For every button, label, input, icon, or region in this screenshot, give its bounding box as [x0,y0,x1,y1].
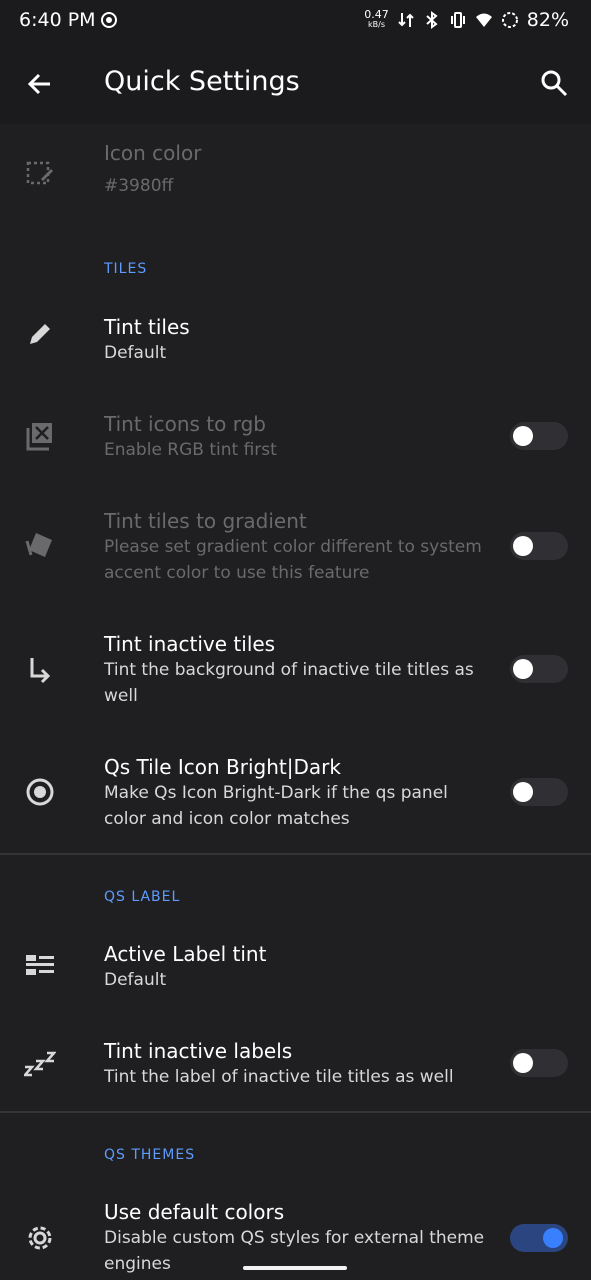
pref-title: Icon color [104,141,202,165]
radio-button-icon [26,778,54,806]
pref-summary: Default [104,970,167,990]
pref-title: Qs Tile Icon Bright|Dark [104,755,341,779]
network-speed: 0.47 kB/s [364,9,389,30]
toggle-tint-inactive-labels[interactable] [510,1049,568,1077]
pref-summary: Default [104,343,167,363]
toggle-knob [513,782,533,802]
notification-icon [101,12,117,28]
section-header-qs-label: QS LABEL [104,889,181,905]
section-header-qs-themes: QS THEMES [104,1147,196,1163]
pref-summary: Tint the background of inactive tile tit… [104,660,474,706]
section-header-tiles: TILES [104,261,148,277]
pref-title: Tint tiles [104,315,190,339]
battery-saver-icon [501,12,518,28]
pref-summary: Enable RGB tint first [104,440,277,460]
section-divider [0,1111,591,1113]
pref-title: Tint icons to rgb [104,412,266,436]
toggle-tint-icons-rgb[interactable] [510,422,568,450]
toggle-knob [513,536,533,556]
pref-summary: #3980ff [104,176,174,196]
data-arrows-icon [398,13,414,27]
app-bar: Quick Settings [0,44,591,124]
pref-title: Tint tiles to gradient [104,509,307,533]
color-picker-icon [26,161,54,185]
section-divider [0,853,591,855]
pref-summary: Tint the label of inactive tile titles a… [104,1067,454,1087]
label-list-icon [26,955,54,975]
toggle-tint-gradient[interactable] [510,532,568,560]
network-speed-unit: kB/s [368,20,385,29]
image-off-icon [26,423,52,451]
pref-title: Tint inactive tiles [104,632,276,656]
status-time: 6:40 PM [19,9,96,31]
sleep-zzz-icon [24,1051,56,1077]
battery-percent: 82% [526,9,569,31]
gesture-nav-handle[interactable] [243,1266,347,1270]
pref-summary: Make Qs Icon Bright-Dark if the qs panel… [104,783,448,829]
pref-tint-tiles[interactable]: Tint tiles Default [0,300,591,380]
pref-title: Active Label tint [104,942,267,966]
toggle-knob [513,1053,533,1073]
pencil-icon [30,324,50,344]
back-arrow-icon[interactable] [24,68,56,100]
pref-icon-color[interactable]: Icon color #3980ff [0,130,591,220]
toggle-knob [513,659,533,679]
pref-tint-inactive-tiles[interactable]: Tint inactive tiles Tint the background … [0,618,591,718]
gear-icon [28,1226,52,1250]
page-title: Quick Settings [104,66,300,97]
pref-tint-gradient[interactable]: Tint tiles to gradient Please set gradie… [0,495,591,595]
toggle-knob [513,426,533,446]
pref-tint-icons-rgb[interactable]: Tint icons to rgb Enable RGB tint first [0,398,591,478]
pref-title: Tint inactive labels [104,1039,293,1063]
toggle-use-default-colors[interactable] [510,1224,568,1252]
pref-active-label-tint[interactable]: Active Label tint Default [0,928,591,1008]
subdirectory-arrow-icon [30,658,51,684]
pref-title: Use default colors [104,1200,285,1224]
pref-summary: Please set gradient color different to s… [104,537,482,583]
pref-tint-inactive-labels[interactable]: Tint inactive labels Tint the label of i… [0,1025,591,1105]
toggle-tint-inactive-tiles[interactable] [510,655,568,683]
toggle-knob [543,1228,563,1248]
toggle-qs-icon-bright-dark[interactable] [510,778,568,806]
wifi-icon [475,13,492,27]
status-icons: 0.47 kB/s 82% [364,9,569,31]
search-icon[interactable] [539,68,569,98]
status-bar: 6:40 PM 0.47 kB/s 82% [0,0,591,44]
bluetooth-icon [426,11,438,29]
pref-qs-icon-bright-dark[interactable]: Qs Tile Icon Bright|Dark Make Qs Icon Br… [0,741,591,841]
vibrate-icon [450,12,465,28]
style-icon [25,533,52,557]
